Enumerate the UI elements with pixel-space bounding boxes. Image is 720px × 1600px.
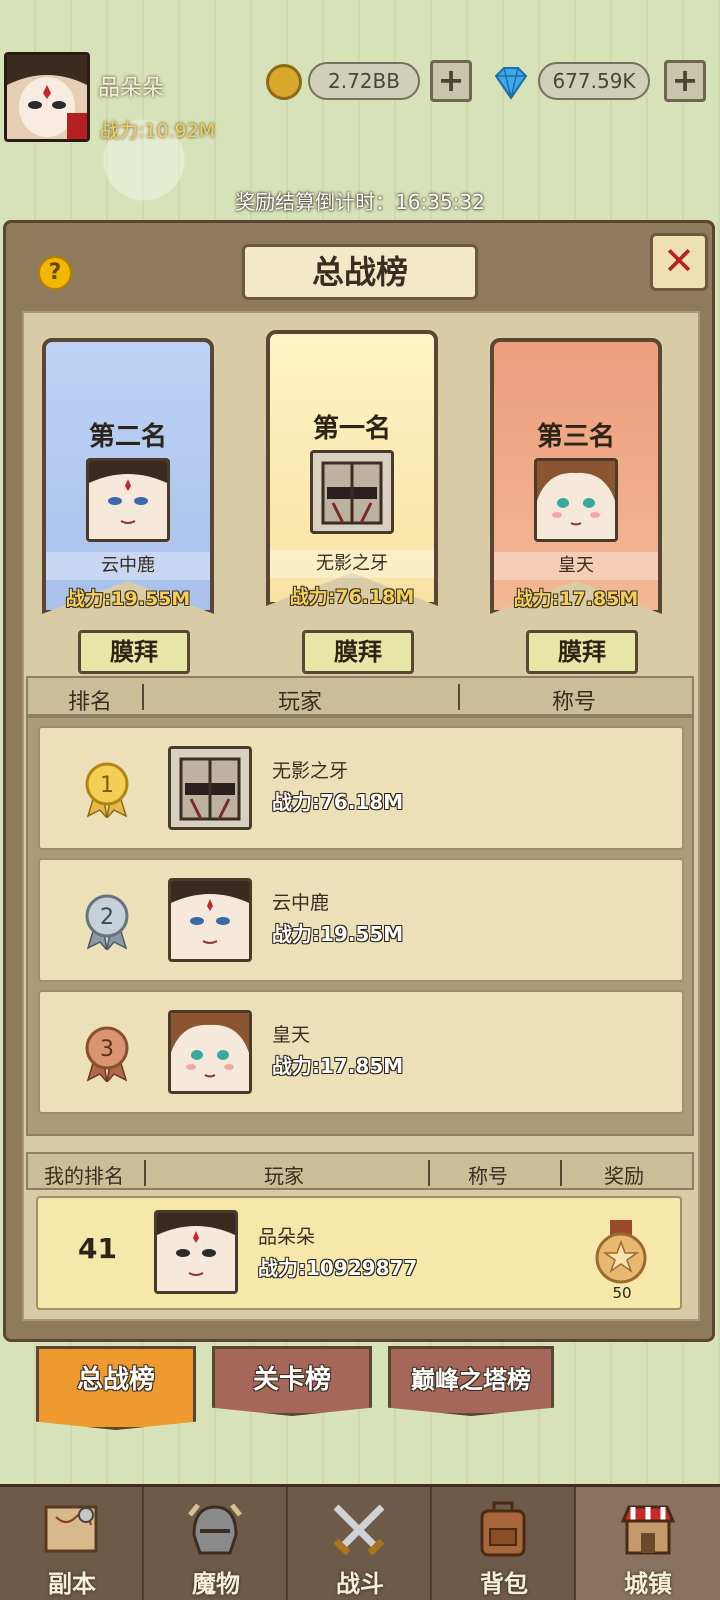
- add-gems-button[interactable]: +: [664, 60, 706, 102]
- worship-second-button[interactable]: 膜拜: [78, 630, 190, 674]
- shop-icon: [620, 1505, 676, 1555]
- backpack-icon: [480, 1501, 526, 1557]
- ranking-row[interactable]: 1 无影之牙 战力:76.18M: [38, 726, 684, 850]
- podium-second-avatar[interactable]: [86, 458, 170, 542]
- reward-countdown: 奖励结算倒计时：16:35:32: [235, 190, 485, 214]
- reward-count: 50: [612, 1284, 632, 1302]
- row-player-name: 皇天: [272, 1024, 311, 1046]
- header-divider: [560, 1160, 562, 1186]
- my-header-player: 玩家: [264, 1164, 304, 1188]
- podium-second-label: 第二名: [88, 422, 167, 452]
- crossed-swords-icon: [333, 1504, 385, 1556]
- bottom-nav: 副本 魔物 战斗 背包 城镇: [0, 1484, 720, 1600]
- add-gold-button[interactable]: +: [430, 60, 472, 102]
- help-button[interactable]: ?: [38, 256, 72, 290]
- nav-monster[interactable]: 魔物: [144, 1487, 288, 1600]
- my-rank-row[interactable]: 41 品朵朵 战力:10929877 50: [36, 1196, 682, 1310]
- gold-amount: 2.72BB: [308, 62, 420, 100]
- podium-third-avatar[interactable]: [534, 458, 618, 542]
- svg-text:3: 3: [100, 1037, 114, 1062]
- close-button[interactable]: ✕: [650, 233, 708, 291]
- row-player-power: 战力:17.85M: [272, 1054, 404, 1078]
- player-name: 品朵朵: [98, 76, 165, 101]
- gem-icon: [492, 66, 530, 100]
- row-avatar[interactable]: [168, 878, 252, 962]
- header-divider: [428, 1160, 430, 1186]
- podium-first-name: 无影之牙: [270, 550, 434, 578]
- ranking-row[interactable]: 3 皇天 战力:17.85M: [38, 990, 684, 1114]
- row-avatar[interactable]: [168, 1010, 252, 1094]
- svg-text:1: 1: [100, 773, 114, 798]
- row-player-name: 无影之牙: [272, 760, 349, 782]
- header-rank: 排名: [68, 690, 113, 715]
- svg-text:2: 2: [100, 905, 114, 930]
- row-avatar[interactable]: [168, 746, 252, 830]
- podium-first-power: 战力:76.18M: [289, 586, 415, 608]
- ranking-list[interactable]: 1 无影之牙 战力:76.18M 2 云中鹿 战力:19.55M 3 皇天 战力…: [26, 716, 694, 1136]
- row-player-power: 战力:19.55M: [272, 922, 404, 946]
- tab-stage[interactable]: 关卡榜: [212, 1346, 372, 1416]
- worship-first-button[interactable]: 膜拜: [302, 630, 414, 674]
- my-player-name: 品朵朵: [258, 1226, 316, 1248]
- podium-second-name: 云中鹿: [46, 552, 210, 580]
- tab-total-power[interactable]: 总战榜: [36, 1346, 196, 1430]
- worship-third-button[interactable]: 膜拜: [526, 630, 638, 674]
- podium-first-avatar[interactable]: [310, 450, 394, 534]
- ranking-row[interactable]: 2 云中鹿 战力:19.55M: [38, 858, 684, 982]
- my-header-reward: 奖励: [604, 1164, 644, 1188]
- gold-medal-icon: 1: [80, 760, 134, 820]
- header-title: 称号: [552, 690, 597, 715]
- my-header-title: 称号: [468, 1164, 508, 1188]
- my-rank-header: 我的排名 玩家 称号 奖励: [26, 1152, 694, 1190]
- nav-dungeon[interactable]: 副本: [0, 1487, 144, 1600]
- my-player-power: 战力:10929877: [258, 1256, 418, 1280]
- player-power: 战力:10.92M: [100, 120, 216, 142]
- nav-town[interactable]: 城镇: [576, 1487, 720, 1600]
- podium-second-power: 战力:19.55M: [65, 588, 191, 610]
- header-divider: [458, 684, 460, 710]
- player-avatar[interactable]: [4, 52, 90, 142]
- header-divider: [142, 684, 144, 710]
- podium-third-name: 皇天: [494, 552, 658, 580]
- tab-peak-tower[interactable]: 巅峰之塔榜: [388, 1346, 554, 1416]
- podium-first-label: 第一名: [312, 414, 391, 444]
- header-divider: [144, 1160, 146, 1186]
- gold-coin-icon: [266, 64, 302, 100]
- panel-title: 总战榜: [242, 244, 478, 300]
- my-rank-value: 41: [78, 1232, 117, 1265]
- podium-third-label: 第三名: [536, 422, 615, 452]
- header-player: 玩家: [278, 690, 323, 715]
- silver-medal-icon: 2: [80, 892, 134, 952]
- my-header-rank: 我的排名: [44, 1164, 124, 1188]
- nav-battle[interactable]: 战斗: [288, 1487, 432, 1600]
- bronze-medal-icon: 3: [80, 1024, 134, 1084]
- nav-bag[interactable]: 背包: [432, 1487, 576, 1600]
- reward-star-medal-icon[interactable]: [588, 1220, 654, 1286]
- podium-third-power: 战力:17.85M: [513, 588, 639, 610]
- helmet-icon: [188, 1503, 242, 1555]
- ranking-table-header: 排名 玩家 称号: [26, 676, 694, 716]
- map-icon: [44, 1505, 98, 1553]
- row-player-name: 云中鹿: [272, 892, 330, 914]
- gem-amount: 677.59K: [538, 62, 650, 100]
- my-avatar[interactable]: [154, 1210, 238, 1294]
- row-player-power: 战力:76.18M: [272, 790, 404, 814]
